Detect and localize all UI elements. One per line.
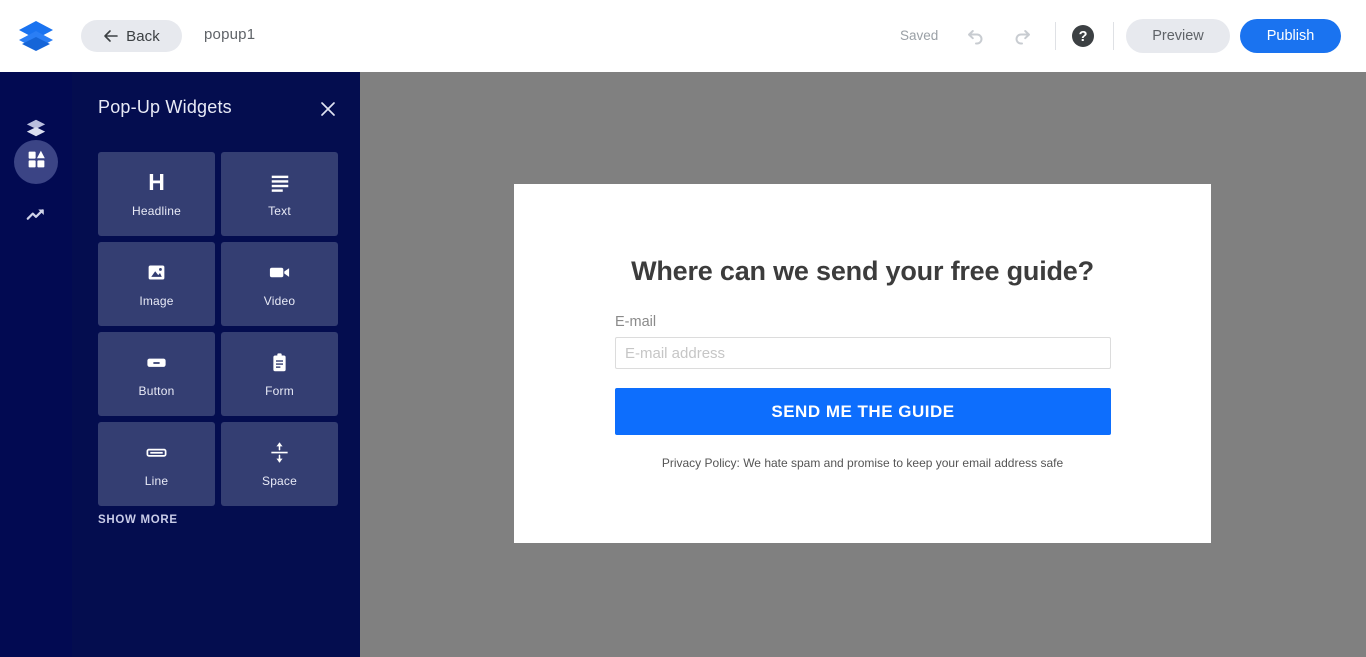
video-camera-icon bbox=[267, 261, 293, 285]
arrow-left-icon bbox=[103, 28, 119, 44]
widget-tile-text[interactable]: Text bbox=[221, 152, 338, 236]
heading-h-icon: H bbox=[148, 169, 165, 195]
trending-up-icon bbox=[25, 204, 47, 231]
widget-label: Form bbox=[265, 383, 294, 398]
email-input[interactable] bbox=[615, 337, 1111, 369]
widget-tile-line[interactable]: Line bbox=[98, 422, 215, 506]
widget-tile-space[interactable]: Space bbox=[221, 422, 338, 506]
back-button[interactable]: Back bbox=[81, 20, 182, 52]
popup-preview[interactable]: Where can we send your free guide? E-mai… bbox=[514, 184, 1211, 543]
toolbar-divider-left bbox=[1055, 22, 1056, 50]
panel-title: Pop-Up Widgets bbox=[98, 97, 232, 117]
widget-label: Line bbox=[144, 473, 169, 488]
widget-tile-image[interactable]: Image bbox=[98, 242, 215, 326]
toolbar-divider-right bbox=[1113, 22, 1114, 50]
email-field-label: E-mail bbox=[615, 314, 657, 330]
layers-logo-icon[interactable] bbox=[16, 19, 56, 53]
show-more-link[interactable]: SHOW MORE bbox=[98, 514, 178, 526]
close-icon bbox=[321, 102, 335, 116]
widgets-icon bbox=[26, 149, 47, 175]
left-icon-rail bbox=[0, 72, 72, 657]
popup-headline[interactable]: Where can we send your free guide? bbox=[514, 256, 1211, 287]
undo-icon bbox=[968, 30, 983, 45]
redo-button[interactable] bbox=[1009, 22, 1037, 50]
widget-label: Button bbox=[138, 383, 175, 398]
widget-label: Headline bbox=[132, 203, 181, 218]
back-button-label: Back bbox=[126, 27, 160, 45]
help-button[interactable]: ? bbox=[1071, 24, 1095, 48]
privacy-policy-text: Privacy Policy: We hate spam and promise… bbox=[661, 456, 1064, 470]
form-clipboard-icon bbox=[267, 351, 293, 375]
publish-button[interactable]: Publish bbox=[1240, 19, 1341, 53]
widget-label: Video bbox=[263, 293, 296, 308]
submit-button[interactable]: SEND ME THE GUIDE bbox=[615, 388, 1111, 435]
widget-tile-button[interactable]: Button bbox=[98, 332, 215, 416]
rail-item-analytics[interactable] bbox=[14, 195, 58, 239]
widget-label: Space bbox=[261, 473, 298, 488]
top-toolbar: Back popup1 Saved ? Preview Publish bbox=[0, 0, 1366, 72]
widget-tile-form[interactable]: Form bbox=[221, 332, 338, 416]
widgets-panel: Pop-Up Widgets H Headline Text Image Vid… bbox=[72, 72, 360, 657]
panel-close-button[interactable] bbox=[318, 99, 338, 119]
widget-tile-video[interactable]: Video bbox=[221, 242, 338, 326]
preview-button[interactable]: Preview bbox=[1126, 19, 1230, 53]
redo-icon bbox=[1015, 30, 1030, 45]
widget-tile-grid: H Headline Text Image Video Button Form … bbox=[98, 152, 338, 506]
document-title[interactable]: popup1 bbox=[204, 26, 255, 43]
button-icon bbox=[144, 351, 170, 375]
space-arrows-icon bbox=[267, 441, 293, 465]
line-icon bbox=[144, 441, 170, 465]
save-status: Saved bbox=[900, 28, 939, 43]
svg-text:?: ? bbox=[1079, 29, 1088, 45]
widget-tile-headline[interactable]: H Headline bbox=[98, 152, 215, 236]
help-circle-icon: ? bbox=[1072, 25, 1094, 47]
widget-label: Text bbox=[268, 203, 291, 218]
editor-canvas[interactable]: Where can we send your free guide? E-mai… bbox=[360, 72, 1366, 657]
undo-button[interactable] bbox=[961, 22, 989, 50]
image-icon bbox=[144, 261, 170, 285]
rail-item-widgets[interactable] bbox=[14, 140, 58, 184]
widget-label: Image bbox=[139, 293, 174, 308]
text-lines-icon bbox=[267, 171, 293, 195]
